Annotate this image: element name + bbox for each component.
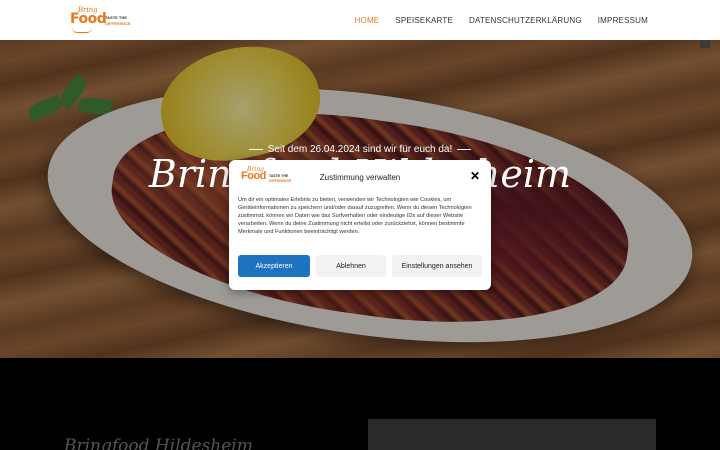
nav-item-datenschutz[interactable]: DATENSCHUTZERKLÄRUNG — [469, 16, 582, 25]
logo-tagline-2: DIFFERENCE — [105, 21, 131, 26]
logo-tagline-1: TASTE THE — [105, 15, 127, 20]
section-title: Bringfood Hildesheim — [64, 436, 253, 450]
consent-title: Zustimmung verwalten — [319, 173, 401, 182]
site-header: Bring Food TASTE THE DIFFERENCE HOME SPE… — [0, 0, 720, 40]
accept-button[interactable]: Akzeptieren — [238, 255, 310, 277]
nav-item-speisekarte[interactable]: SPEISEKARTE — [395, 16, 453, 25]
consent-body: Um dir ein optimales Erlebnis zu bieten,… — [238, 197, 472, 235]
view-settings-button[interactable]: Einstellungen ansehen — [392, 255, 482, 277]
consent-dialog: Bring Food TASTE THE DIFFERENCE Zustimmu… — [229, 160, 491, 290]
dash-right-icon — [457, 148, 472, 150]
nav-item-impressum[interactable]: IMPRESSUM — [598, 16, 648, 25]
main-navigation: HOME SPEISEKARTE DATENSCHUTZERKLÄRUNG IM… — [355, 0, 648, 40]
close-icon[interactable]: ✕ — [469, 170, 481, 182]
section-image — [368, 419, 656, 450]
deny-button[interactable]: Ablehnen — [316, 255, 386, 277]
logo-swoosh-icon — [72, 28, 92, 33]
consent-buttons: Akzeptieren Ablehnen Einstellungen anseh… — [238, 255, 482, 277]
scrollbar-thumb[interactable] — [700, 40, 710, 48]
dash-left-icon — [248, 148, 263, 150]
logo-word-food: Food — [70, 11, 107, 27]
site-logo[interactable]: Bring Food TASTE THE DIFFERENCE — [70, 6, 131, 34]
nav-item-home[interactable]: HOME — [355, 16, 380, 25]
